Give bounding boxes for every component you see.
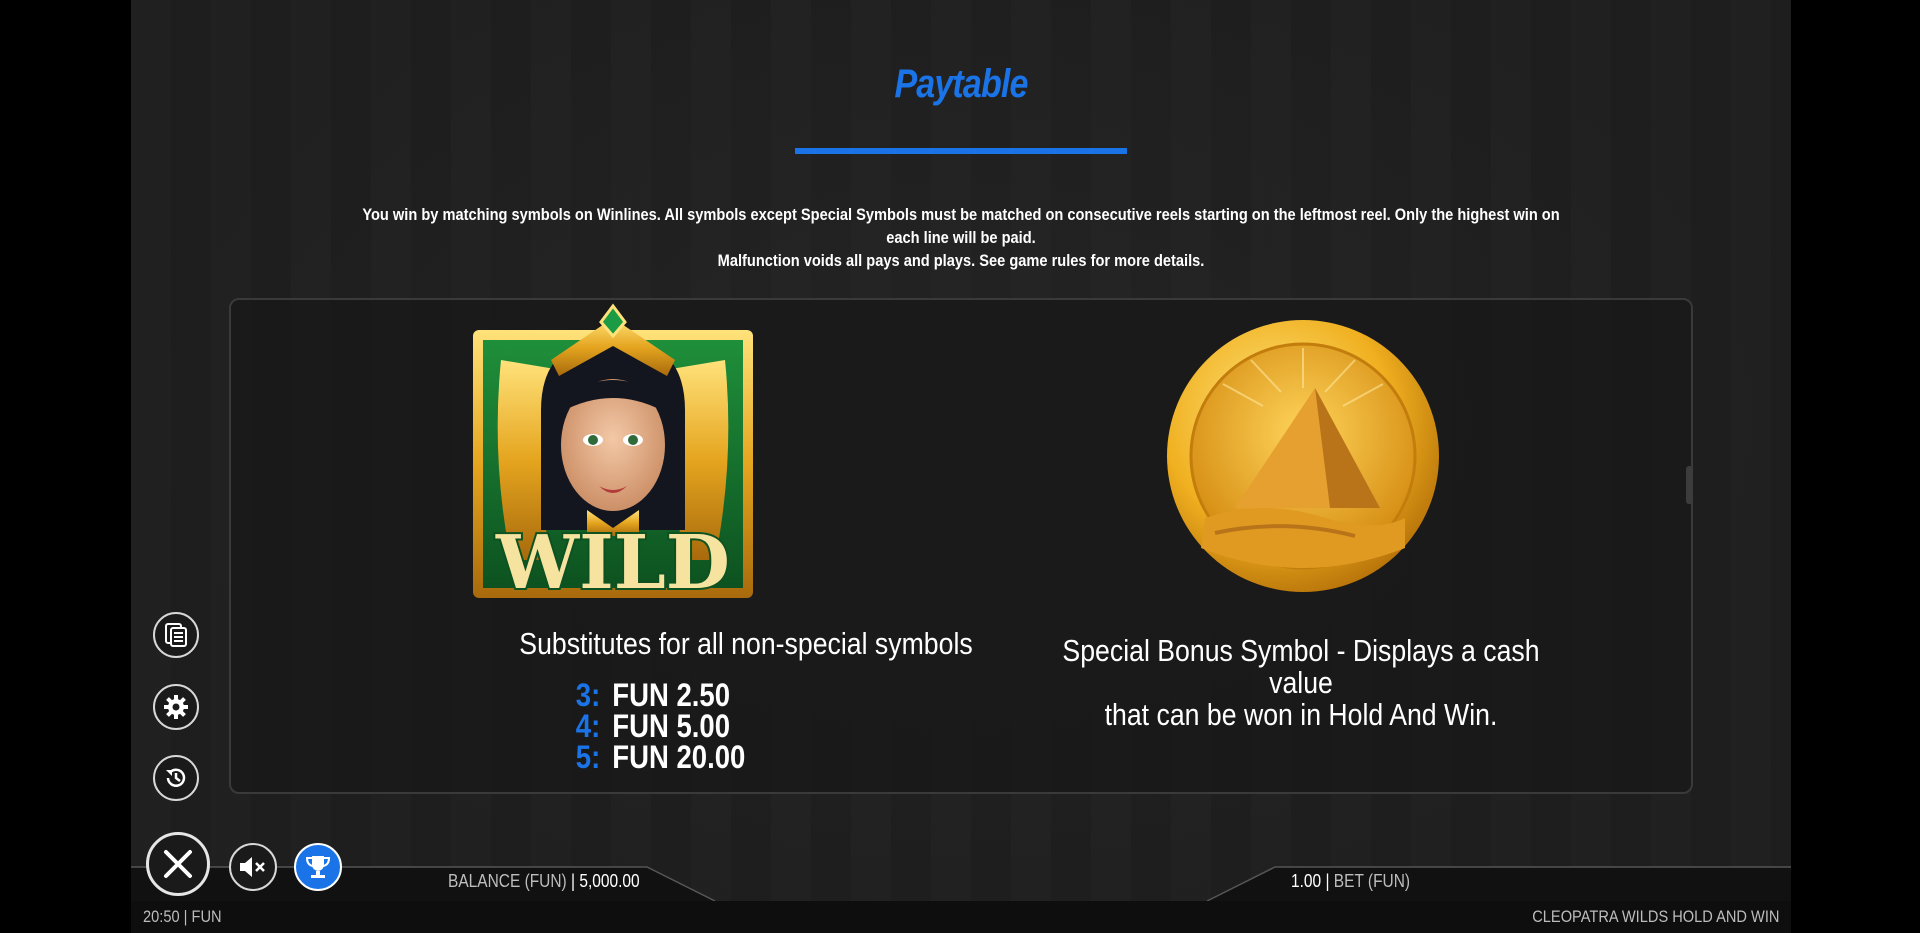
clock-currency: 20:50 | FUN	[143, 907, 222, 926]
pay-row: 4: FUN 5.00	[571, 708, 745, 744]
tournament-button[interactable]	[294, 843, 342, 891]
mute-icon	[240, 857, 265, 877]
intro-line-1: You win by matching symbols on Winlines.…	[362, 205, 1560, 247]
balance-display: BALANCE (FUN) | 5,000.00	[448, 871, 640, 892]
pyramid-coin-icon	[1165, 318, 1441, 594]
bonus-description: Special Bonus Symbol - Displays a cash v…	[1043, 635, 1559, 731]
pay-value: FUN 20.00	[612, 739, 746, 775]
intro-line-2: Malfunction voids all pays and plays. Se…	[717, 251, 1205, 270]
bet-label: BET (FUN)	[1333, 871, 1411, 891]
panel-scrollbar[interactable]	[1686, 466, 1693, 504]
paytable-screen: Paytable You win by matching symbols on …	[131, 0, 1791, 933]
wild-cleopatra-icon: WILD	[471, 300, 755, 608]
balance-label: BALANCE (FUN)	[448, 871, 567, 891]
sound-toggle-button[interactable]	[229, 843, 277, 891]
pay-count: 5:	[575, 739, 601, 775]
trophy-icon	[305, 856, 331, 878]
separator: |	[571, 871, 576, 891]
bonus-description-line-2: that can be won in Hold And Win.	[1104, 697, 1498, 732]
close-icon	[164, 850, 192, 878]
paytable-button[interactable]	[153, 612, 199, 658]
close-button[interactable]	[146, 832, 210, 896]
balance-value: 5,000.00	[579, 871, 640, 891]
wild-pay-list: 3: FUN 2.50 4: FUN 5.00 5: FUN 20.00	[571, 677, 746, 775]
history-icon	[166, 768, 186, 787]
pay-row: 3: FUN 2.50	[571, 677, 745, 713]
title-underline	[795, 148, 1127, 154]
footer-bar	[131, 866, 1791, 901]
settings-button[interactable]	[153, 684, 199, 730]
bet-value: 1.00	[1291, 871, 1322, 891]
separator: |	[1325, 871, 1330, 891]
bet-display: 1.00 | BET (FUN)	[1291, 871, 1410, 892]
paytable-intro: You win by matching symbols on Winlines.…	[350, 203, 1571, 272]
page-title: Paytable	[894, 62, 1028, 106]
pay-count: 3:	[575, 677, 601, 713]
wild-logo-text: WILD	[495, 520, 730, 600]
wild-description: Substitutes for all non-special symbols	[519, 626, 973, 661]
paytable-icon	[165, 623, 187, 647]
gear-icon	[164, 695, 188, 719]
history-button[interactable]	[153, 755, 199, 801]
pay-row: 5: FUN 20.00	[571, 739, 746, 775]
bonus-description-line-1: Special Bonus Symbol - Displays a cash v…	[1062, 633, 1540, 700]
game-name: CLEOPATRA WILDS HOLD AND WIN	[1531, 907, 1779, 926]
pay-count: 4:	[575, 708, 601, 744]
